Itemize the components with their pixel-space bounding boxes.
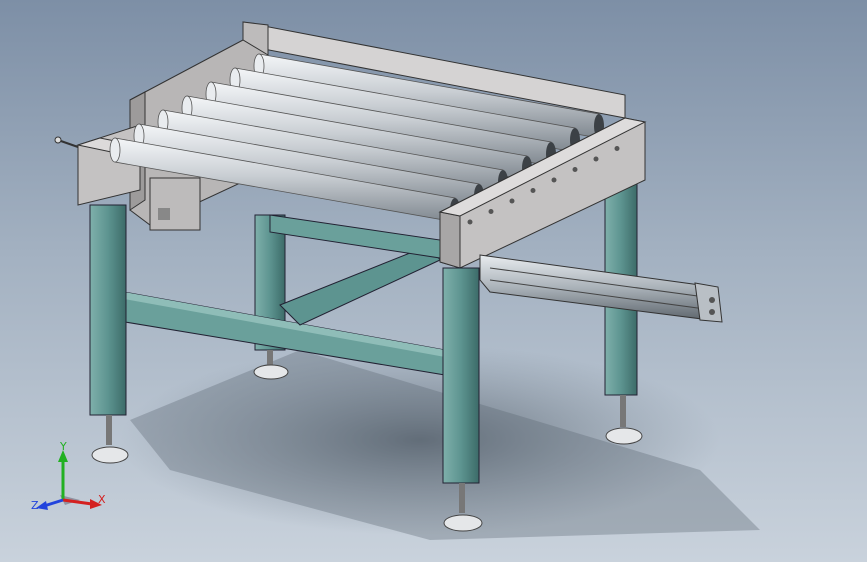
rail-bolt bbox=[509, 198, 515, 204]
rail-bolt bbox=[530, 188, 536, 193]
rail-bolt bbox=[467, 219, 473, 225]
y-axis-label: Y bbox=[59, 440, 67, 453]
rail-bolt bbox=[488, 209, 494, 214]
pneumatic-cylinder bbox=[479, 254, 723, 323]
conveyor-3d-model[interactable] bbox=[0, 0, 867, 562]
coordinate-triad: Y X Z bbox=[31, 440, 106, 512]
back-left-leg bbox=[253, 214, 289, 380]
rear-brace bbox=[269, 214, 441, 259]
rail-bolt bbox=[551, 177, 557, 183]
end-screw bbox=[54, 136, 79, 148]
z-axis-label: Z bbox=[31, 499, 39, 512]
rail-bolt bbox=[614, 146, 620, 151]
rail-bolt bbox=[572, 167, 578, 172]
x-axis-label: X bbox=[98, 493, 106, 506]
rail-bolt bbox=[593, 156, 599, 162]
diagonal-brace bbox=[279, 244, 441, 326]
front-left-leg bbox=[89, 204, 129, 464]
cad-viewport[interactable]: Y X Z bbox=[0, 0, 867, 562]
